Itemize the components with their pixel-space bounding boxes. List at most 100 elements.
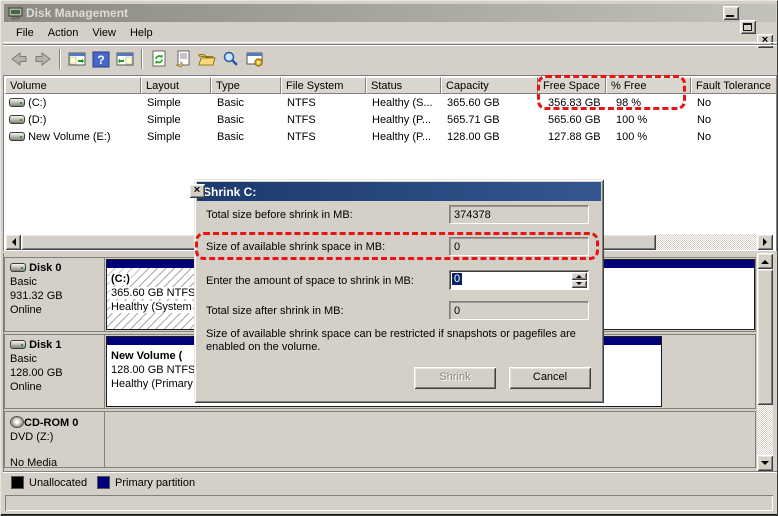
arrow-down-icon xyxy=(761,460,769,469)
menu-view[interactable]: View xyxy=(85,25,123,41)
disk-0-label[interactable]: Disk 0 Basic 931.32 GB Online xyxy=(5,258,105,331)
open-folder-icon xyxy=(198,53,216,65)
total-before-label: Total size before shrink in MB: xyxy=(206,209,353,221)
title-bar: Disk Management xyxy=(4,4,776,22)
menu-file[interactable]: File xyxy=(9,25,41,41)
spin-up-button[interactable] xyxy=(571,272,587,280)
col-type[interactable]: Type xyxy=(211,77,281,94)
disk-name: Disk 0 xyxy=(29,262,62,274)
volume-icon xyxy=(9,132,25,141)
scroll-up-button[interactable] xyxy=(757,253,773,269)
disk-management-window: Disk Management × File Action View Help … xyxy=(0,0,778,516)
highlight-free-space-annotation xyxy=(537,75,686,110)
cdrom-label[interactable]: CD-ROM 0 DVD (Z:) No Media xyxy=(5,412,105,469)
legend-primary-partition: Primary partition xyxy=(115,477,196,489)
help-icon: ? xyxy=(92,51,110,67)
toolbar-separator xyxy=(59,49,61,69)
cell-layout: Simple xyxy=(147,114,181,126)
cell-fs: NTFS xyxy=(287,114,316,126)
svg-text:?: ? xyxy=(97,53,104,67)
status-bar xyxy=(3,491,777,513)
disk-name: Disk 1 xyxy=(29,339,62,351)
vertical-scrollbar[interactable] xyxy=(757,253,773,471)
partition-label: (C:) xyxy=(110,273,131,285)
cancel-button[interactable]: Cancel xyxy=(509,367,591,389)
col-file-system[interactable]: File System xyxy=(281,77,366,94)
shrink-amount-value: 0 xyxy=(452,273,463,285)
open-folder-button[interactable] xyxy=(195,48,219,70)
disk-size: 931.32 GB xyxy=(10,290,63,302)
shrink-note: Size of available shrink space can be re… xyxy=(206,328,576,353)
cdrom-row[interactable]: CD-ROM 0 DVD (Z:) No Media xyxy=(4,411,756,469)
col-fault-tolerance[interactable]: Fault Tolerance xyxy=(691,77,777,94)
col-volume[interactable]: Volume xyxy=(5,77,141,94)
disk-size: 128.00 GB xyxy=(10,367,63,379)
shrink-button[interactable]: Shrink xyxy=(414,367,496,389)
toolbar: ? xyxy=(3,44,777,73)
col-status[interactable]: Status xyxy=(366,77,441,94)
forward-button[interactable] xyxy=(31,48,55,70)
primary-partition-swatch xyxy=(97,476,110,489)
cell-type: Basic xyxy=(217,114,244,126)
back-button[interactable] xyxy=(7,48,31,70)
forward-icon xyxy=(35,52,51,66)
show-action-pane-button[interactable] xyxy=(113,48,137,70)
minimize-button[interactable] xyxy=(723,6,739,20)
shrink-amount-label: Enter the amount of space to shrink in M… xyxy=(206,275,414,287)
refresh-button[interactable] xyxy=(147,48,171,70)
vertical-scroll-thumb[interactable] xyxy=(757,269,773,405)
dialog-title-bar: Shrink C: xyxy=(197,182,601,201)
cell-pct: 100 % xyxy=(616,131,648,143)
menu-action[interactable]: Action xyxy=(41,25,86,41)
highlight-shrink-space-annotation xyxy=(195,232,599,260)
find-button[interactable] xyxy=(219,48,243,70)
cell-status: Healthy (P... xyxy=(372,114,432,126)
cell-volume: (C:) xyxy=(28,97,47,109)
cell-fault: No xyxy=(697,114,712,126)
volume-icon xyxy=(9,115,25,124)
refresh-icon xyxy=(152,50,166,67)
partition-size: 128.00 GB NTFS xyxy=(110,364,197,376)
disk-status: Online xyxy=(10,304,42,316)
cell-capacity: 565.71 GB xyxy=(447,114,500,126)
disk-kind: DVD (Z:) xyxy=(10,431,54,443)
show-action-pane-icon xyxy=(116,52,134,66)
manage-computer-button[interactable] xyxy=(243,48,267,70)
disk-name: CD-ROM 0 xyxy=(24,417,79,429)
cell-fs: NTFS xyxy=(287,131,316,143)
volume-row-d[interactable]: (D:) Simple Basic NTFS Healthy (P... 565… xyxy=(5,112,775,129)
properties-icon xyxy=(175,50,190,68)
toolbar-separator xyxy=(141,49,143,69)
legend-unallocated: Unallocated xyxy=(29,477,88,489)
manage-computer-icon xyxy=(246,52,263,67)
cell-fault: No xyxy=(697,97,712,109)
help-button[interactable]: ? xyxy=(89,48,113,70)
scroll-left-button[interactable] xyxy=(5,234,21,250)
dialog-close-button[interactable]: × xyxy=(189,184,205,198)
shrink-amount-input[interactable]: 0 xyxy=(449,270,589,290)
show-console-tree-button[interactable] xyxy=(65,48,89,70)
cell-status: Healthy (P... xyxy=(372,131,432,143)
volume-row-e[interactable]: New Volume (E:) Simple Basic NTFS Health… xyxy=(5,129,775,146)
arrow-up-icon xyxy=(761,256,769,264)
window-title: Disk Management xyxy=(26,6,129,20)
spin-down-button[interactable] xyxy=(571,280,587,288)
col-layout[interactable]: Layout xyxy=(141,77,211,94)
partition-size: 365.60 GB NTFS xyxy=(110,287,197,299)
disk-1-label[interactable]: Disk 1 Basic 128.00 GB Online xyxy=(5,335,105,408)
close-icon: × xyxy=(193,184,201,196)
disk-icon xyxy=(10,340,26,349)
scroll-right-button[interactable] xyxy=(757,234,773,250)
arrow-down-icon xyxy=(576,282,582,288)
cell-volume: New Volume (E:) xyxy=(28,131,111,143)
col-capacity[interactable]: Capacity xyxy=(441,77,538,94)
cell-layout: Simple xyxy=(147,131,181,143)
cell-free: 127.88 GB xyxy=(548,131,601,143)
disk-status: No Media xyxy=(10,457,58,469)
total-before-field: 374378 xyxy=(449,205,589,224)
menu-help[interactable]: Help xyxy=(123,25,160,41)
partition-label: New Volume ( xyxy=(110,350,184,362)
scroll-down-button[interactable] xyxy=(757,455,773,471)
properties-button[interactable] xyxy=(171,48,195,70)
disk-kind: Basic xyxy=(10,276,37,288)
